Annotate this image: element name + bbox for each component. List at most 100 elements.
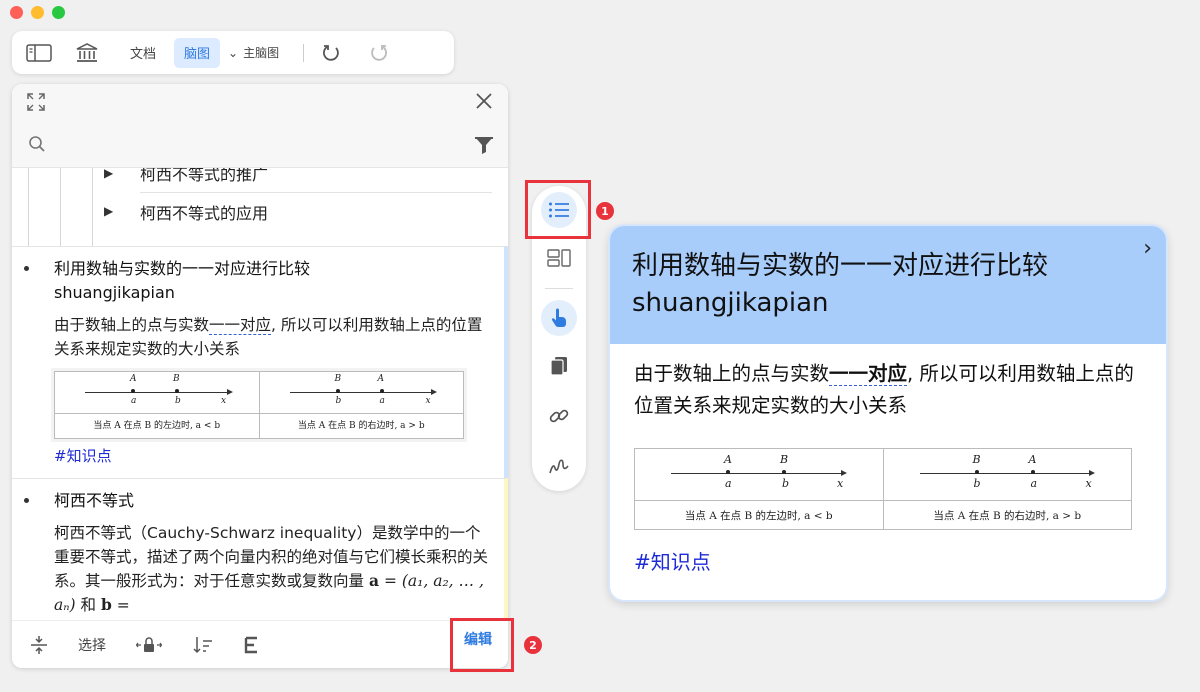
bullet-icon [24, 266, 29, 271]
point-label: a [1030, 477, 1038, 490]
search-icon [29, 136, 45, 152]
tag-link[interactable]: #知识点 [634, 546, 1144, 575]
close-icon[interactable] [474, 91, 494, 111]
sidebar-toggle-button[interactable] [22, 38, 56, 68]
point-label: b [782, 477, 790, 490]
undo-icon [323, 44, 339, 61]
search-input[interactable] [52, 130, 452, 158]
point-b [782, 470, 786, 474]
chevron-right-icon[interactable]: › [1143, 236, 1152, 261]
pointer-tool-button[interactable] [541, 300, 577, 336]
point-b [175, 389, 179, 393]
draw-button[interactable] [541, 448, 577, 484]
highlight-box-2 [450, 618, 514, 672]
tree-guide-line [28, 168, 29, 246]
figure-right: B b A a x 当点 A 在点 B 的右边时, a > b [258, 372, 463, 438]
tree-node[interactable]: ▶ 柯西不等式的应用 [104, 192, 492, 230]
card-link[interactable]: 一一对应 [209, 316, 272, 335]
figure-caption: 当点 A 在点 B 的左边时, a < b [684, 510, 833, 522]
expand-icon[interactable] [26, 92, 46, 112]
layout-view-button[interactable] [541, 240, 577, 276]
window-controls [10, 6, 65, 19]
figure-left: A a B b x 当点 A 在点 B 的左边时, a < b [635, 449, 883, 529]
sort-button[interactable] [192, 629, 214, 661]
outline-card[interactable]: 利用数轴与实数的一一对应进行比较 shuangjikapian 由于数轴上的点与… [12, 246, 508, 478]
figure-caption: 当点 A 在点 B 的右边时, a > b [297, 421, 425, 431]
chevron-down-icon: ⌄ [228, 45, 239, 60]
hand-pointer-icon [551, 308, 566, 327]
squiggle-icon [549, 459, 569, 474]
tree-guide-line [92, 168, 93, 246]
sort-icon [193, 636, 212, 653]
outline-tree: ▶ 柯西不等式的推广 ▶ 柯西不等式的应用 利用数轴与实数的一一对应进行比较 s… [12, 168, 508, 620]
point-label: a [379, 396, 385, 406]
axis-label: x [837, 477, 844, 490]
outline-panel: ▶ 柯西不等式的推广 ▶ 柯西不等式的应用 利用数轴与实数的一一对应进行比较 s… [12, 84, 508, 668]
collapse-icon [31, 635, 47, 654]
tag-link[interactable]: #知识点 [54, 445, 488, 466]
library-icon [76, 42, 98, 62]
caret-right-icon[interactable]: ▶ [104, 204, 120, 218]
outline-card[interactable]: 柯西不等式 柯西不等式（Cauchy-Schwarz inequality）是数… [12, 478, 508, 620]
point-label: B [334, 374, 342, 384]
redo-icon [371, 44, 388, 61]
preview-body: 由于数轴上的点与实数一一对应, 所以可以利用数轴上点的位置关系来规定实数的大小关… [610, 344, 1166, 575]
preview-text: 由于数轴上的点与实数一一对应, 所以可以利用数轴上点的位置关系来规定实数的大小关… [634, 362, 1134, 417]
point-label: A [130, 374, 137, 384]
card-body: 柯西不等式（Cauchy-Schwarz inequality）是数学中的一个重… [54, 524, 489, 614]
search-bar [12, 120, 508, 168]
close-window-button[interactable] [10, 6, 23, 19]
undo-button[interactable] [314, 38, 348, 68]
tab-document[interactable]: 文档 [120, 38, 166, 68]
point-a [726, 470, 730, 474]
figure-left: A a B b x 当点 A 在点 B 的左边时, a < b [55, 372, 259, 438]
point-label: b [175, 396, 181, 406]
minimize-window-button[interactable] [31, 6, 44, 19]
card-title: 柯西不等式 [54, 491, 135, 510]
preview-header: 利用数轴与实数的一一对应进行比较 shuangjikapian › [610, 226, 1166, 344]
axis-label: x [1085, 477, 1092, 490]
redo-button[interactable] [362, 38, 396, 68]
move-lock-button[interactable] [136, 629, 162, 661]
side-divider [545, 288, 573, 289]
point-label: b [973, 477, 981, 490]
collapse-button[interactable] [30, 629, 48, 661]
point-label: a [725, 477, 732, 490]
point-a [379, 389, 384, 393]
tab-mindmap[interactable]: 脑图 [174, 37, 221, 68]
point-label: A [377, 374, 385, 384]
filter-icon[interactable] [474, 135, 494, 155]
tree-node[interactable]: ▶ 柯西不等式的推广 [104, 168, 492, 192]
select-button[interactable]: 选择 [78, 629, 106, 661]
tree-branch: ▶ 柯西不等式的推广 ▶ 柯西不等式的应用 [12, 168, 508, 246]
format-button[interactable] [244, 629, 260, 661]
panel-header [12, 84, 508, 120]
pages-button[interactable] [541, 348, 577, 384]
point-a [131, 389, 135, 393]
point-label: a [131, 396, 137, 406]
card-title: 利用数轴与实数的一一对应进行比较 shuangjikapian [54, 259, 311, 302]
highlight-box-1 [525, 180, 591, 239]
number-axis [919, 470, 1095, 476]
number-axis [671, 470, 846, 476]
preview-card: 利用数轴与实数的一一对应进行比较 shuangjikapian › 由于数轴上的… [610, 226, 1166, 600]
panel-footer: 选择 编辑 [12, 620, 508, 668]
caret-right-icon[interactable]: ▶ [104, 168, 120, 180]
point-label: A [724, 453, 732, 466]
sidebar-icon [26, 43, 52, 62]
link-button[interactable] [541, 398, 577, 434]
preview-link[interactable]: 一一对应 [829, 362, 908, 386]
figure-caption: 当点 A 在点 B 的左边时, a < b [93, 421, 221, 431]
layout-icon [547, 249, 571, 267]
link-icon [549, 409, 569, 423]
figure-right: B b A a x 当点 A 在点 B 的右边时, a > b [882, 449, 1131, 529]
zoom-window-button[interactable] [52, 6, 65, 19]
bullet-icon [24, 498, 29, 503]
library-button[interactable] [70, 38, 104, 68]
figure-caption: 当点 A 在点 B 的右边时, a > b [933, 510, 1082, 522]
axis-label: x [221, 396, 227, 406]
preview-title: 利用数轴与实数的一一对应进行比较 shuangjikapian [632, 251, 1049, 318]
number-line-figure: A a B b x 当点 A 在点 B 的左边时, a < b B b A a [634, 448, 1132, 530]
main-map-dropdown[interactable]: ⌄ 主脑图 [228, 38, 279, 68]
document-icon [550, 357, 567, 376]
